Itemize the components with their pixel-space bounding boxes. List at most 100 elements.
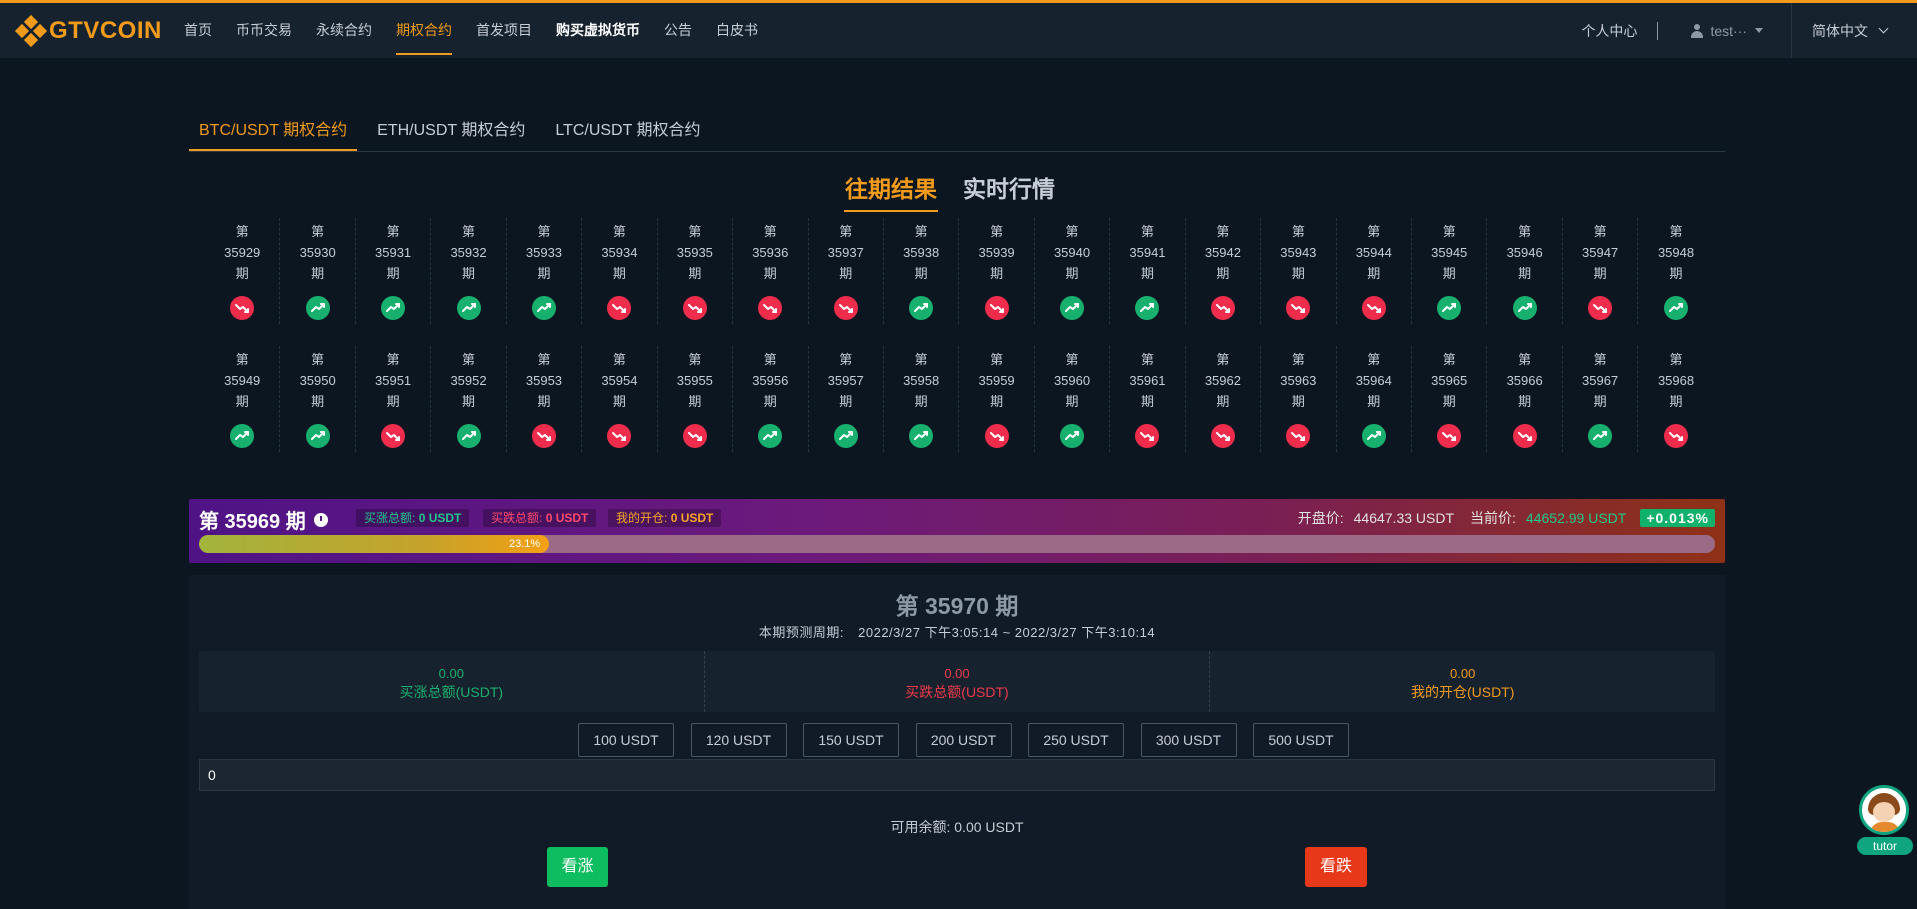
- chevron-down-icon: [1878, 23, 1889, 34]
- result-period-number: 35935: [676, 245, 713, 260]
- result-period: 第 35942 期: [1186, 221, 1260, 284]
- result-period-prefix: 第: [1669, 352, 1683, 367]
- price-area: 开盘价: 44647.33 USDT 当前价: 44652.99 USDT +0…: [1298, 508, 1715, 528]
- buy-down-button[interactable]: 看跌: [1305, 847, 1367, 887]
- amount-200-button[interactable]: 200 USDT: [915, 723, 1012, 757]
- result-period: 第 35968 期: [1638, 349, 1713, 412]
- result-period-number: 35930: [299, 245, 336, 260]
- trend-down-icon: [607, 424, 632, 448]
- result-cell: 第 35968 期: [1638, 346, 1713, 452]
- result-period-number: 35932: [450, 245, 487, 260]
- trend-up-icon: [1361, 424, 1386, 448]
- tab-btc-usdt[interactable]: BTC/USDT 期权合约: [189, 114, 358, 151]
- result-period-prefix: 第: [1291, 224, 1305, 239]
- trend-down-icon: [1286, 296, 1311, 320]
- result-period: 第 35960 期: [1035, 349, 1109, 412]
- result-period-number: 35949: [224, 373, 261, 388]
- result-period-suffix: 期: [1065, 266, 1079, 281]
- language-selector[interactable]: 简体中文: [1792, 21, 1917, 41]
- result-period: 第 35932 期: [431, 221, 505, 284]
- result-period-suffix: 期: [914, 266, 928, 281]
- trend-down-icon: [230, 296, 255, 320]
- user-menu[interactable]: test···: [1658, 23, 1791, 39]
- nav-spot-trading[interactable]: 币币交易: [224, 3, 304, 58]
- result-cell: 第 35936 期: [733, 218, 809, 324]
- result-period-number: 35944: [1355, 245, 1392, 260]
- nav-buy-crypto[interactable]: 购买虚拟货币: [544, 3, 652, 58]
- trend-down-icon: [1210, 424, 1235, 448]
- result-cell: 第 35932 期: [431, 218, 507, 324]
- tab-ltc-usdt[interactable]: LTC/USDT 期权合约: [545, 114, 710, 150]
- round-progress-label: 23.1%: [509, 538, 541, 550]
- result-period-prefix: 第: [1216, 352, 1230, 367]
- result-period: 第 35938 期: [884, 221, 958, 284]
- tutor-widget[interactable]: tutor: [1857, 785, 1913, 857]
- trend-up-icon: [305, 296, 330, 320]
- amount-500-button[interactable]: 500 USDT: [1253, 723, 1349, 757]
- result-cell: 第 35951 期: [356, 346, 432, 452]
- result-cell: 第 35938 期: [884, 218, 960, 324]
- nav-perpetual-contract[interactable]: 永续合约: [304, 3, 384, 58]
- result-period: 第 35929 期: [205, 221, 279, 284]
- amount-300-button[interactable]: 300 USDT: [1140, 723, 1237, 757]
- result-period-suffix: 期: [1593, 266, 1607, 281]
- my-position-label: 我的开仓:: [616, 511, 668, 525]
- trend-up-icon: [381, 296, 406, 320]
- result-period-prefix: 第: [990, 352, 1004, 367]
- amount-150-button[interactable]: 150 USDT: [803, 723, 899, 757]
- amount-input[interactable]: [199, 759, 1715, 791]
- result-cell: 第 35961 期: [1110, 346, 1186, 452]
- amount-250-button[interactable]: 250 USDT: [1028, 723, 1124, 757]
- result-period-number: 35954: [601, 373, 638, 388]
- result-cell: 第 35950 期: [280, 346, 356, 452]
- tab-eth-usdt[interactable]: ETH/USDT 期权合约: [367, 114, 535, 150]
- round-stats: 0.00 买涨总额(USDT) 0.00 买跌总额(USDT) 0.00 我的开…: [199, 651, 1715, 712]
- result-period-number: 35967: [1582, 373, 1619, 388]
- tab-past-results[interactable]: 往期结果: [844, 172, 938, 212]
- result-period-suffix: 期: [1065, 394, 1079, 409]
- result-period-prefix: 第: [1140, 224, 1154, 239]
- logo-icon: [14, 14, 48, 48]
- buy-down-total-label: 买跌总额:: [491, 511, 543, 525]
- result-cell: 第 35949 期: [205, 346, 281, 452]
- nav-home[interactable]: 首页: [172, 3, 224, 58]
- result-period-suffix: 期: [1140, 394, 1154, 409]
- result-period-prefix: 第: [386, 224, 400, 239]
- nav-options-contract[interactable]: 期权合约: [384, 3, 464, 58]
- result-period-suffix: 期: [537, 394, 551, 409]
- stat-buy-up-total: 0.00 买涨总额(USDT): [199, 651, 705, 712]
- result-period-prefix: 第: [1216, 224, 1230, 239]
- result-period-suffix: 期: [311, 266, 325, 281]
- result-period-prefix: 第: [1593, 224, 1607, 239]
- result-period: 第 35934 期: [582, 221, 656, 284]
- result-cell: 第 35944 期: [1337, 218, 1412, 324]
- trend-up-icon: [1060, 424, 1085, 448]
- amount-120-button[interactable]: 120 USDT: [690, 723, 787, 757]
- nav-whitepaper[interactable]: 白皮书: [704, 3, 770, 58]
- nav-launch-projects[interactable]: 首发项目: [464, 3, 544, 58]
- logo[interactable]: GTVCOIN: [14, 14, 162, 48]
- result-period-prefix: 第: [462, 224, 476, 239]
- result-cell: 第 35956 期: [733, 346, 809, 452]
- prediction-period-value: 2022/3/27 下午3:05:14 ~ 2022/3/27 下午3:10:1…: [858, 625, 1156, 640]
- amount-presets: 100 USDT 120 USDT 150 USDT 200 USDT 250 …: [578, 723, 1366, 757]
- result-cell: 第 35941 期: [1110, 218, 1186, 324]
- result-period-suffix: 期: [1518, 266, 1532, 281]
- logo-text: GTVCOIN: [49, 17, 162, 44]
- nav-announcements[interactable]: 公告: [652, 3, 704, 58]
- result-period-suffix: 期: [990, 266, 1004, 281]
- result-period-prefix: 第: [1593, 352, 1607, 367]
- personal-center-link[interactable]: 个人中心: [1561, 21, 1657, 41]
- amount-100-button[interactable]: 100 USDT: [578, 723, 674, 757]
- result-cell: 第 35934 期: [582, 218, 658, 324]
- trend-down-icon: [682, 424, 707, 448]
- result-period-prefix: 第: [612, 224, 626, 239]
- result-period-prefix: 第: [763, 224, 777, 239]
- trend-up-icon: [531, 296, 556, 320]
- result-period: 第 35943 期: [1261, 221, 1335, 284]
- trend-up-icon: [1060, 296, 1085, 320]
- buy-up-button[interactable]: 看涨: [547, 847, 608, 887]
- tab-live-market[interactable]: 实时行情: [962, 172, 1056, 212]
- result-period: 第 35966 期: [1487, 349, 1561, 412]
- trend-up-icon: [758, 424, 783, 448]
